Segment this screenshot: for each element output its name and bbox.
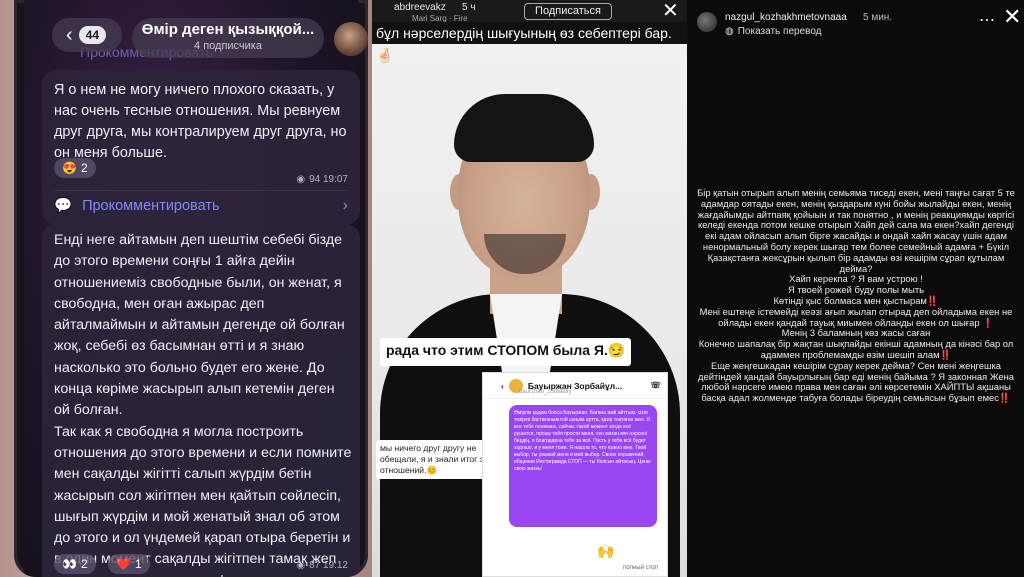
eyes-emoji-icon: 👀 [62,557,77,571]
close-icon[interactable]: ✕ [1003,6,1021,28]
call-icon: ☏ [650,380,661,390]
comment-icon: 💬 [54,198,73,214]
follow-button[interactable]: Подписаться [524,3,612,20]
heart-eyes-emoji-icon: 😍 [62,161,77,175]
back-button[interactable]: ‹ 44 [52,18,122,52]
post-meta: ◉ 94 19:07 [296,174,348,185]
story-text-segment: Менің 3 баламның көз жасы саған Конечно … [698,327,1014,360]
channel-header[interactable]: Өмір деген қызыққой... 4 подписчика [132,18,324,58]
phone-frame: Прокомментировать ‹ 44 Өмір деген қызыққ… [14,0,368,577]
hands-emoji-icon: 🙌 [597,543,615,559]
story-text: Бір қатын отырып алып менің семьяма тисе… [693,187,1019,404]
emphasis-mark: ‼️ [939,348,952,360]
subscriber-count: 4 подписчика [194,40,262,52]
telegram-photo-panel: Прокомментировать ‹ 44 Өмір деген қызыққ… [0,0,372,577]
chat-message: Өмірлік қадам болса Бауыржан. Бағана жай… [509,405,657,527]
story-time: 5 мин. [863,12,893,23]
emphasis-mark: ‼️ [998,392,1011,404]
chat-screenshot-inset: ‹ Бауыржан Зорбайұл... ☏ baurzhan_zorbai… [482,372,668,577]
story-header: abdreevakz 5 ч Mari Sarg · Fire Подписат… [372,0,687,23]
channel-title: Өмір деген қызыққой... [141,21,315,38]
reaction-count: 2 [80,161,88,175]
story-text-segment: Мені ештеңе істемейді кеәзі ағып жылап о… [699,305,1013,328]
story-time: 5 ч [462,2,476,13]
emphasis-mark: ‼️ [926,294,939,306]
comment-label: Прокомментировать [82,197,220,214]
heart-emoji-icon: ❤️ [116,557,131,571]
chevron-left-icon: ‹ [66,24,73,46]
text-story-panel: nazgul_kozhakhmetovnaaa 5 мин. ◍ Показат… [687,0,1024,577]
reaction-chip[interactable]: ❤️ 1 [108,554,150,574]
unread-count-badge: 44 [78,26,107,44]
story-username[interactable]: abdreevakz [394,2,446,13]
instagram-story-panel: abdreevakz 5 ч Mari Sarg · Fire Подписат… [372,0,687,577]
globe-icon: ◍ [725,26,734,37]
reaction-chip[interactable]: 👀 2 [54,554,96,574]
story-text-segment: Еще жеңгешкадан кешірім сұрау керек дейм… [698,359,1014,404]
story-text-segment: Бір қатын отырып алып менің семьяма тисе… [697,187,1015,306]
eye-icon: ◉ [296,174,306,185]
eye-icon: ◉ [296,560,306,571]
contact-handle: baurzhan_zorbaiuly [519,389,572,395]
comment-button[interactable]: 💬 Прокомментировать › [54,190,348,220]
more-options-icon[interactable]: ⋯ [979,10,995,30]
story-username[interactable]: nazgul_kozhakhmetovnaaa [725,12,847,23]
collage: Прокомментировать ‹ 44 Өмір деген қызыққ… [0,0,1024,577]
hair [454,94,594,162]
post-text: Енді неге айтамын деп шештім себебі бізд… [54,232,352,577]
story-caption-top: бұл нәрселердің шығуының өз себептері ба… [372,22,687,63]
story-caption-middle: рада что этим СТОПОМ была Я.😏 [380,338,632,366]
views-time: 87 19:12 [309,560,348,571]
avatar[interactable] [697,12,717,32]
emphasis-mark: ❗ [982,316,994,328]
channel-avatar[interactable] [334,22,368,56]
reaction-chip[interactable]: 😍 2 [54,158,96,178]
channel-post: Я о нем не могу ничего плохого сказать, … [42,70,360,225]
chat-header: ‹ Бауыржан Зорбайұл... ☏ [483,373,667,399]
views-time: 94 19:07 [309,174,348,185]
reaction-count: 1 [134,557,142,571]
translate-link[interactable]: ◍ Показать перевод [725,26,822,37]
chat-reply: полный стоп [623,565,658,571]
post-meta: ◉ 87 19:12 [296,560,348,571]
chevron-right-icon: › [342,196,348,214]
telegram-screen: Прокомментировать ‹ 44 Өмір деген қызыққ… [24,0,368,577]
translate-label: Показать перевод [737,26,822,37]
post-text: Я о нем не могу ничего плохого сказать, … [54,82,347,161]
reaction-count: 2 [80,557,88,571]
close-icon[interactable]: ✕ [662,0,679,23]
channel-post: Енді неге айтамын деп шештім себебі бізд… [42,224,360,577]
chevron-left-icon: ‹ [501,380,504,391]
